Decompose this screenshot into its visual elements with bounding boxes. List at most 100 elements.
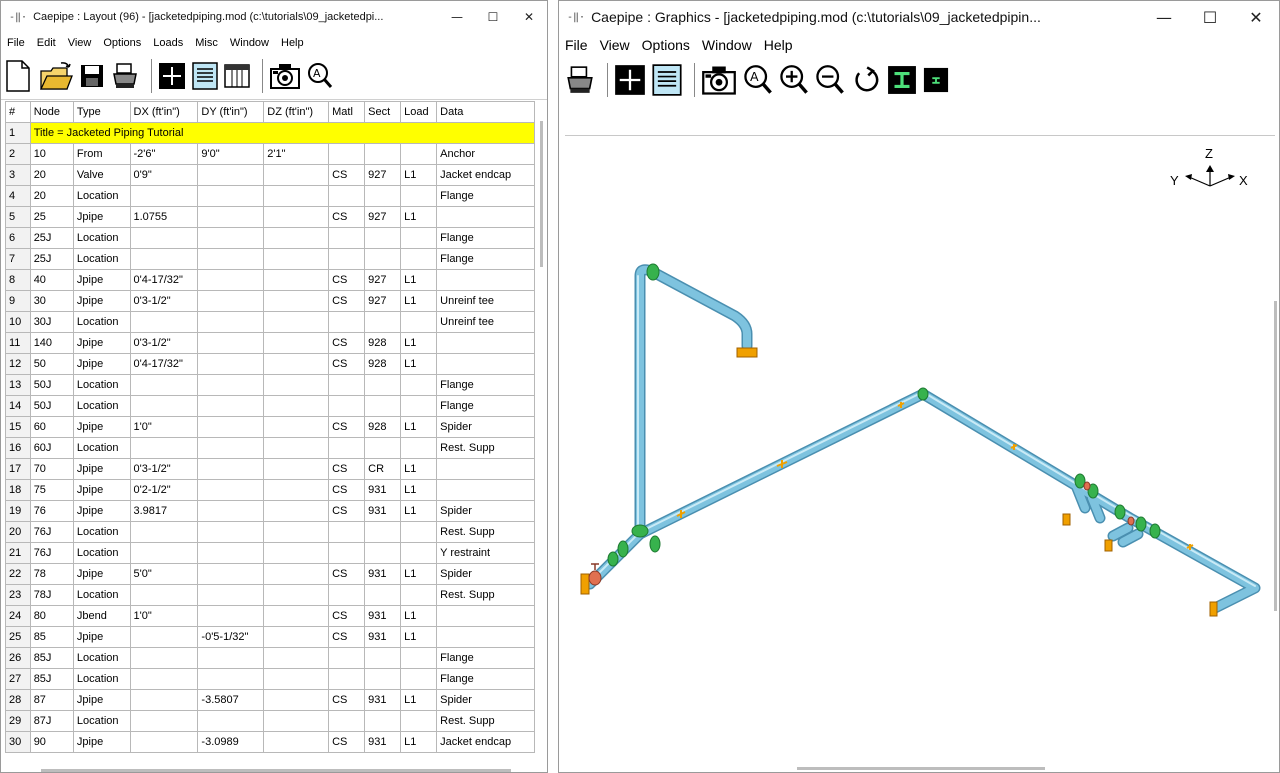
table-row[interactable]: 11 140 Jpipe 0'3-1/2" CS 928 L1 xyxy=(5,332,535,354)
cell-num[interactable]: 2 xyxy=(5,143,31,165)
cell-sect[interactable]: 931 xyxy=(364,563,402,585)
cell-num[interactable]: 15 xyxy=(5,416,31,438)
cell-matl[interactable]: CS xyxy=(328,269,366,291)
menu-help[interactable]: Help xyxy=(758,37,799,53)
cell-dx[interactable] xyxy=(129,395,199,417)
cell-matl[interactable] xyxy=(328,668,366,690)
cell-dx[interactable]: 1.0755 xyxy=(129,206,199,228)
cell-type[interactable]: Jpipe xyxy=(72,479,131,501)
cell-load[interactable]: L1 xyxy=(400,500,438,522)
cell-dz[interactable] xyxy=(263,164,330,186)
cell-dz[interactable] xyxy=(263,311,330,333)
cell-sect[interactable]: 931 xyxy=(364,605,402,627)
cell-dz[interactable] xyxy=(263,689,330,711)
col-header-node[interactable]: Node xyxy=(29,101,74,123)
cell-load[interactable] xyxy=(400,185,438,207)
table-row[interactable]: 25 85 Jpipe -0'5-1/32" CS 931 L1 xyxy=(5,626,535,648)
cell-dx[interactable] xyxy=(129,542,199,564)
menu-loads[interactable]: Loads xyxy=(147,37,189,49)
cell-dz[interactable] xyxy=(263,437,330,459)
cell-dz[interactable] xyxy=(263,227,330,249)
cell-dy[interactable] xyxy=(197,164,265,186)
col-header-type[interactable]: Type xyxy=(72,101,131,123)
cell-load[interactable]: L1 xyxy=(400,458,438,480)
cell-dx[interactable]: -2'6" xyxy=(129,143,199,165)
menu-misc[interactable]: Misc xyxy=(189,37,224,49)
cell-num[interactable]: 21 xyxy=(5,542,31,564)
cell-data[interactable]: Unreinf tee xyxy=(436,290,535,312)
cell-type[interactable]: Jpipe xyxy=(72,500,131,522)
cell-matl[interactable]: CS xyxy=(328,332,366,354)
cell-dx[interactable] xyxy=(129,437,199,459)
menu-file[interactable]: File xyxy=(1,37,31,49)
cell-sect[interactable] xyxy=(364,437,402,459)
cell-num[interactable]: 6 xyxy=(5,227,31,249)
cell-dz[interactable] xyxy=(263,290,330,312)
cell-dy[interactable] xyxy=(197,374,265,396)
table-row[interactable]: 6 25J Location Flange xyxy=(5,227,535,249)
table-row[interactable]: 24 80 Jbend 1'0" CS 931 L1 xyxy=(5,605,535,627)
cell-node[interactable]: 90 xyxy=(29,731,74,753)
cell-dy[interactable] xyxy=(197,227,265,249)
cell-load[interactable]: L1 xyxy=(400,353,438,375)
zoom-in-icon[interactable] xyxy=(779,64,809,96)
cell-num[interactable]: 16 xyxy=(5,437,31,459)
cell-matl[interactable]: CS xyxy=(328,164,366,186)
cell-sect[interactable]: 927 xyxy=(364,206,402,228)
cell-node[interactable]: 40 xyxy=(29,269,74,291)
table-row[interactable]: 29 87J Location Rest. Supp xyxy=(5,710,535,732)
table-row[interactable]: 10 30J Location Unreinf tee xyxy=(5,311,535,333)
cell-dy[interactable]: 9'0" xyxy=(197,143,265,165)
cell-dz[interactable] xyxy=(263,542,330,564)
new-file-icon[interactable] xyxy=(3,59,33,93)
cell-data[interactable]: Flange xyxy=(436,668,535,690)
cell-num[interactable]: 3 xyxy=(5,164,31,186)
cell-load[interactable] xyxy=(400,710,438,732)
cell-type[interactable]: Location xyxy=(72,185,131,207)
cell-load[interactable]: L1 xyxy=(400,479,438,501)
table-row[interactable]: 7 25J Location Flange xyxy=(5,248,535,270)
cell-node[interactable]: 60J xyxy=(29,437,74,459)
cell-type[interactable]: Location xyxy=(72,521,131,543)
table-row[interactable]: 23 78J Location Rest. Supp xyxy=(5,584,535,606)
cell-matl[interactable] xyxy=(328,248,366,270)
cell-matl[interactable]: CS xyxy=(328,626,366,648)
cell-node[interactable]: 25J xyxy=(29,248,74,270)
cell-data[interactable]: Anchor xyxy=(436,143,535,165)
cell-dz[interactable] xyxy=(263,332,330,354)
cell-type[interactable]: Location xyxy=(72,374,131,396)
cell-data[interactable]: Jacket endcap xyxy=(436,731,535,753)
cell-num[interactable]: 17 xyxy=(5,458,31,480)
cell-sect[interactable]: 927 xyxy=(364,269,402,291)
table-row[interactable]: 19 76 Jpipe 3.9817 CS 931 L1 Spider xyxy=(5,500,535,522)
cell-node[interactable]: 20 xyxy=(29,185,74,207)
cell-dz[interactable] xyxy=(263,353,330,375)
cell-sect[interactable]: 927 xyxy=(364,164,402,186)
cell-node[interactable]: 78 xyxy=(29,563,74,585)
section-icon[interactable] xyxy=(887,65,917,95)
cell-load[interactable] xyxy=(400,542,438,564)
layout-titlebar[interactable]: -‖· Caepipe : Layout (96) - [jacketedpip… xyxy=(1,1,547,33)
cell-dx[interactable] xyxy=(129,668,199,690)
cell-type[interactable]: Location xyxy=(72,311,131,333)
zoom-auto-icon[interactable]: A xyxy=(743,64,773,96)
cell-load[interactable] xyxy=(400,395,438,417)
cell-dz[interactable] xyxy=(263,521,330,543)
cell-load[interactable] xyxy=(400,521,438,543)
cell-load[interactable] xyxy=(400,437,438,459)
cell-load[interactable]: L1 xyxy=(400,290,438,312)
cell-load[interactable]: L1 xyxy=(400,563,438,585)
cell-matl[interactable] xyxy=(328,143,366,165)
cell-dx[interactable] xyxy=(129,227,199,249)
maximize-button[interactable]: ☐ xyxy=(475,1,511,33)
cell-sect[interactable] xyxy=(364,185,402,207)
cell-dx[interactable]: 0'3-1/2" xyxy=(129,290,199,312)
cell-dy[interactable] xyxy=(197,437,265,459)
cell-dy[interactable] xyxy=(197,290,265,312)
cell-dx[interactable] xyxy=(129,185,199,207)
cell-sect[interactable]: 931 xyxy=(364,689,402,711)
cell-num[interactable]: 19 xyxy=(5,500,31,522)
cell-num[interactable]: 10 xyxy=(5,311,31,333)
cell-num[interactable]: 26 xyxy=(5,647,31,669)
cell-node[interactable]: 76J xyxy=(29,542,74,564)
